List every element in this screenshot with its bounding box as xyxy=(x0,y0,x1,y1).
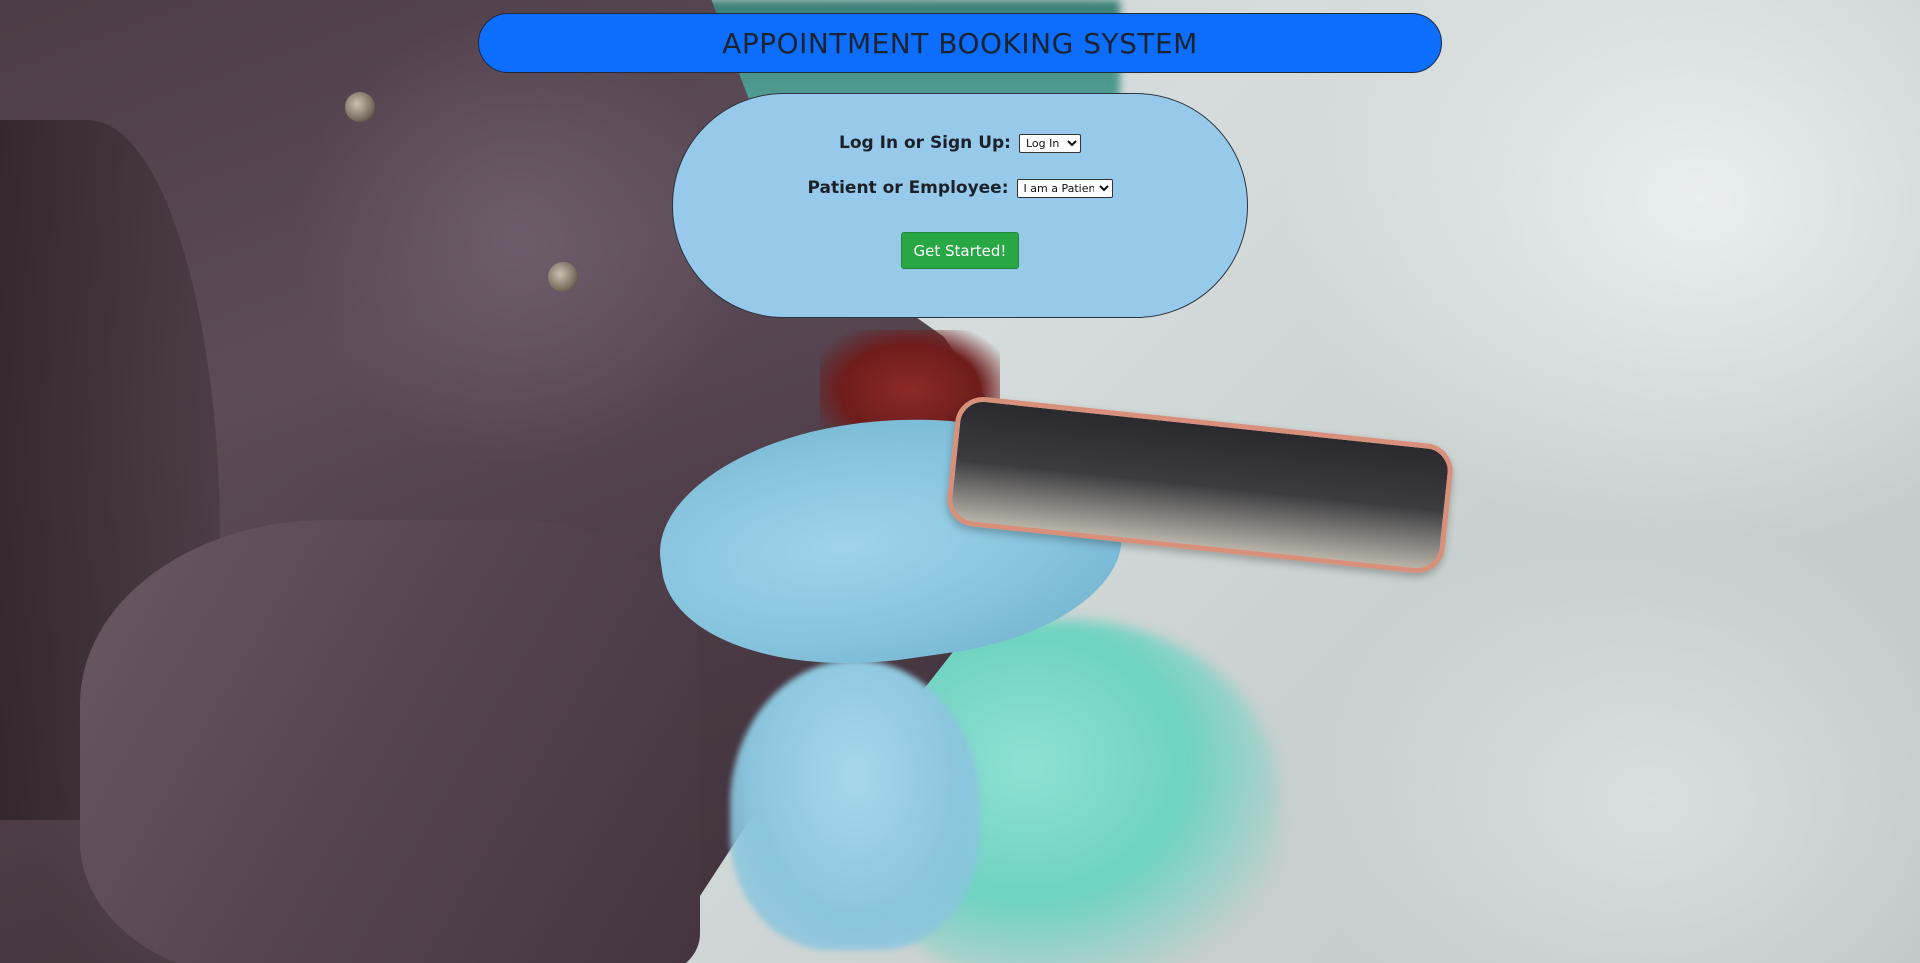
user-type-select[interactable]: I am a Patient xyxy=(1016,178,1113,198)
start-form: Log In or Sign Up: Log In Patient or Emp… xyxy=(672,93,1248,318)
auth-mode-select[interactable]: Log In xyxy=(1018,133,1081,153)
submit-row: Get Started! xyxy=(673,232,1247,269)
background-coat-button xyxy=(548,262,578,292)
page-title: APPOINTMENT BOOKING SYSTEM xyxy=(722,26,1198,60)
background-coat-button xyxy=(345,92,375,122)
get-started-button[interactable]: Get Started! xyxy=(900,232,1020,269)
background-glove-lower xyxy=(730,660,980,950)
page: APPOINTMENT BOOKING SYSTEM Log In or Sig… xyxy=(0,0,1920,963)
auth-mode-label: Log In or Sign Up: xyxy=(839,133,1011,153)
background-coat-sleeve xyxy=(80,520,700,963)
user-type-label: Patient or Employee: xyxy=(807,178,1009,198)
header-banner: APPOINTMENT BOOKING SYSTEM xyxy=(478,13,1442,73)
auth-mode-row: Log In or Sign Up: Log In xyxy=(673,133,1247,153)
user-type-row: Patient or Employee: I am a Patient xyxy=(673,178,1247,198)
